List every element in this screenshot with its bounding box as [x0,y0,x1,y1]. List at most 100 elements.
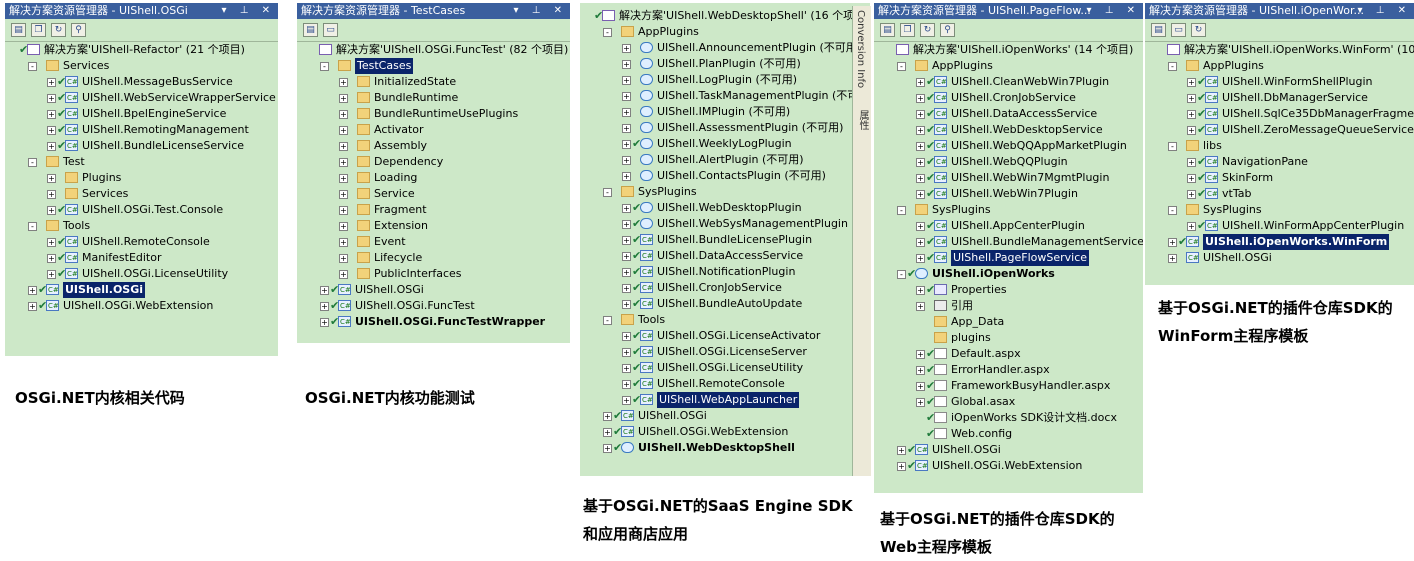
expand-icon[interactable]: + [28,302,37,311]
tree-node[interactable]: +✔UIShell.OSGi.WebExtension [5,298,278,314]
expand-icon[interactable]: + [897,462,906,471]
expand-icon[interactable]: + [622,252,631,261]
expand-icon[interactable]: + [339,174,348,183]
tree-node[interactable]: +✔vtTab [1145,186,1414,202]
tree-node[interactable]: ✔ 解决方案'UIShell.WebDesktopShell' (16 个项目) [580,8,870,24]
tree-node[interactable]: + Event [297,234,570,250]
tree-node[interactable]: +✔UIShell.OSGi.FuncTestWrapper [297,314,570,330]
tree-node[interactable]: +✔UIShell.CronJobService [874,90,1143,106]
tree-node[interactable]: +✔UIShell.BpelEngineService [5,106,278,122]
expand-icon[interactable]: + [47,190,56,199]
expand-icon[interactable]: + [916,142,925,151]
expand-icon[interactable]: + [339,238,348,247]
expand-icon[interactable]: + [1187,174,1196,183]
expand-icon[interactable]: + [1187,158,1196,167]
tree-node[interactable]: + UIShell.AssessmentPlugin (不可用) [580,120,870,136]
tree-node[interactable]: +✔SkinForm [1145,170,1414,186]
tree-node[interactable]: ✔ Web.config [874,426,1143,442]
tree-node[interactable]: +✔UIShell.WebQQPlugin [874,154,1143,170]
tree-node[interactable]: + ✔ FrameworkBusyHandler.aspx [874,378,1143,394]
expand-icon[interactable]: + [320,318,329,327]
tree-node[interactable]: +✔UIShell.BundleAutoUpdate [580,296,870,312]
expand-icon[interactable]: + [622,60,631,69]
tree-node[interactable]: + Fragment [297,202,570,218]
side-tab-properties[interactable]: 属性 [855,110,870,130]
tree-node[interactable]: + Dependency [297,154,570,170]
expand-icon[interactable]: + [1187,110,1196,119]
expand-icon[interactable]: + [916,398,925,407]
new-folder-icon[interactable]: ▭ [1171,23,1186,37]
tree-node[interactable]: +✔UIShell.NotificationPlugin [580,264,870,280]
expand-icon[interactable]: + [916,222,925,231]
tree-node[interactable]: +✔UIShell.AppCenterPlugin [874,218,1143,234]
tree-node[interactable]: + UIShell.OSGi [1145,250,1414,266]
expand-icon[interactable]: + [622,268,631,277]
expand-icon[interactable]: + [339,222,348,231]
tree-node[interactable]: +✔UIShell.WebServiceWrapperService [5,90,278,106]
expand-icon[interactable]: + [916,350,925,359]
view-class-diagram-icon[interactable]: ⚲ [71,23,86,37]
tree-node[interactable]: - ✔ UIShell.iOpenWorks [874,266,1143,282]
tree-node[interactable]: +✔UIShell.DataAccessService [874,106,1143,122]
properties-icon[interactable]: ▤ [11,23,26,37]
expand-icon[interactable]: + [622,396,631,405]
tree-node[interactable]: + ✔ UIShell.WebDesktopPlugin [580,200,870,216]
tree-node[interactable]: - libs [1145,138,1414,154]
expand-icon[interactable]: + [603,412,612,421]
collapse-icon[interactable]: - [320,62,329,71]
tree-node[interactable]: - TestCases [297,58,570,74]
expand-icon[interactable]: + [622,348,631,357]
tree-node[interactable]: +✔UIShell.WebWin7Plugin [874,186,1143,202]
tree-node[interactable]: - Services [5,58,278,74]
tree-node[interactable]: - Tools [580,312,870,328]
tree-node[interactable]: +✔UIShell.OSGi.FuncTest [297,298,570,314]
tree-node[interactable]: + ✔ UIShell.WeeklyLogPlugin [580,136,870,152]
side-tab-conversion-info[interactable]: Conversion Info [855,10,866,88]
tree-node[interactable]: +✔UIShell.WebWin7MgmtPlugin [874,170,1143,186]
tree-node[interactable]: +✔UIShell.DataAccessService [580,248,870,264]
expand-icon[interactable]: + [897,446,906,455]
expand-icon[interactable]: + [1187,78,1196,87]
tree-node[interactable]: ✔ iOpenWorks SDK设计文档.docx [874,410,1143,426]
window-controls[interactable]: ▾ ⊥ ✕ [222,3,275,19]
tree-node[interactable]: - AppPlugins [874,58,1143,74]
tree-node[interactable]: + ✔ ErrorHandler.aspx [874,362,1143,378]
tree-node[interactable]: - SysPlugins [874,202,1143,218]
tree-node[interactable]: + UIShell.IMPlugin (不可用) [580,104,870,120]
tree-node[interactable]: + Activator [297,122,570,138]
tree-node[interactable]: +✔UIShell.OSGi [580,408,870,424]
tree-node[interactable]: +✔UIShell.CronJobService [580,280,870,296]
expand-icon[interactable]: + [622,236,631,245]
collapse-icon[interactable]: - [603,188,612,197]
collapse-icon[interactable]: - [1168,62,1177,71]
tree-node[interactable]: + InitializedState [297,74,570,90]
expand-icon[interactable]: + [339,158,348,167]
collapse-icon[interactable]: - [897,206,906,215]
collapse-icon[interactable]: - [897,62,906,71]
tree-node[interactable]: +✔UIShell.OSGi [874,442,1143,458]
expand-icon[interactable]: + [603,444,612,453]
expand-icon[interactable]: + [916,190,925,199]
properties-icon[interactable]: ▤ [303,23,318,37]
expand-icon[interactable]: + [622,172,631,181]
expand-icon[interactable]: + [916,382,925,391]
expand-icon[interactable]: + [603,428,612,437]
expand-icon[interactable]: + [916,126,925,135]
collapse-icon[interactable]: - [603,28,612,37]
expand-icon[interactable]: + [622,156,631,165]
expand-icon[interactable]: + [47,126,56,135]
expand-icon[interactable]: + [1187,190,1196,199]
tree-node[interactable]: +✔UIShell.OSGi.WebExtension [874,458,1143,474]
tree-node[interactable]: ✔ 解决方案'UIShell-Refactor' (21 个项目) [5,42,278,58]
tree-node[interactable]: +✔UIShell.WebQQAppMarketPlugin [874,138,1143,154]
expand-icon[interactable]: + [622,220,631,229]
collapse-icon[interactable]: - [603,316,612,325]
tree-node[interactable]: 解决方案'UIShell.iOpenWorks.WinForm' (10 个项 [1145,42,1414,58]
tree-node[interactable]: +✔UIShell.DbManagerService [1145,90,1414,106]
tree-node[interactable]: + UIShell.ContactsPlugin (不可用) [580,168,870,184]
tree-node[interactable]: + PublicInterfaces [297,266,570,282]
collapse-icon[interactable]: - [28,222,37,231]
tree-node[interactable]: +✔ManifestEditor [5,250,278,266]
expand-icon[interactable]: + [339,190,348,199]
tree-node[interactable]: + ✔ Default.aspx [874,346,1143,362]
